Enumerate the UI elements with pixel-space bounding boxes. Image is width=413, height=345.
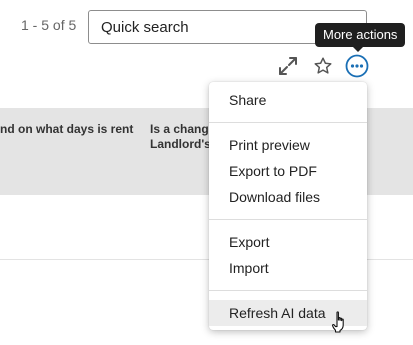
- menu-divider: [209, 122, 367, 123]
- menu-item-refresh-ai-data[interactable]: Refresh AI data: [209, 300, 367, 326]
- expand-button[interactable]: [276, 54, 300, 78]
- column-header[interactable]: Is a chang Landlord's: [150, 122, 210, 152]
- more-horizontal-icon: [345, 54, 369, 78]
- more-actions-button[interactable]: [345, 54, 369, 78]
- column-header-label: Is a chang Landlord's: [150, 122, 210, 151]
- expand-icon: [279, 57, 297, 75]
- star-icon: [314, 57, 332, 74]
- menu-item-share[interactable]: Share: [209, 87, 367, 113]
- more-actions-menu: Share Print preview Export to PDF Downlo…: [209, 82, 367, 330]
- menu-item-print-preview[interactable]: Print preview: [209, 132, 367, 158]
- menu-item-export[interactable]: Export: [209, 229, 367, 255]
- column-header[interactable]: nd on what days is rent: [0, 122, 133, 137]
- pagination-range: 1 - 5 of 5: [21, 17, 77, 33]
- favorite-button[interactable]: [311, 54, 335, 78]
- menu-item-download-files[interactable]: Download files: [209, 184, 367, 210]
- more-actions-tooltip: More actions: [315, 23, 406, 52]
- menu-divider: [209, 290, 367, 291]
- menu-item-import[interactable]: Import: [209, 255, 367, 281]
- menu-divider: [209, 219, 367, 220]
- menu-item-export-pdf[interactable]: Export to PDF: [209, 158, 367, 184]
